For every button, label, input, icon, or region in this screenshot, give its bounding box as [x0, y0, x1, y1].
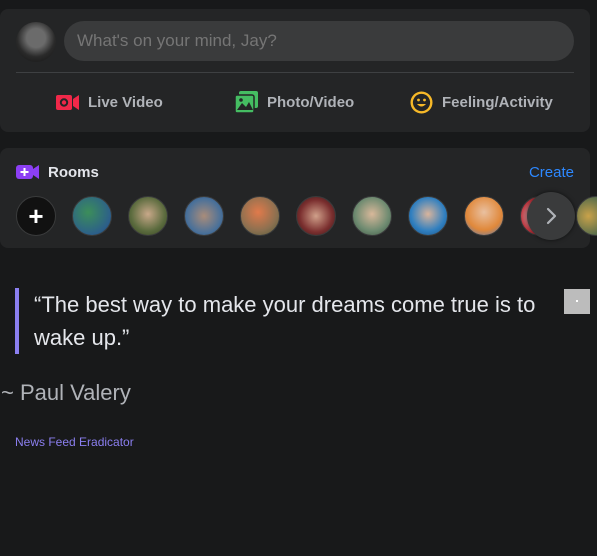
room-avatar[interactable] — [184, 196, 224, 236]
room-avatar[interactable] — [576, 196, 597, 236]
quote-text: “The best way to make your dreams come t… — [15, 288, 555, 354]
photo-video-label: Photo/Video — [267, 93, 355, 111]
create-room-button[interactable]: + — [16, 196, 56, 236]
live-video-button[interactable]: Live Video — [55, 87, 163, 117]
room-avatar[interactable] — [464, 196, 504, 236]
rooms-section: Rooms Create + — [0, 148, 597, 248]
post-composer: Live Video Photo/Video Feeling/Activity — [0, 9, 590, 132]
status-input[interactable] — [64, 21, 574, 61]
news-feed-eradicator-link[interactable]: News Feed Eradicator — [15, 435, 134, 449]
settings-toggle[interactable] — [564, 289, 590, 314]
rooms-header: Rooms — [16, 163, 99, 181]
live-video-icon — [55, 90, 80, 115]
rooms-next-button[interactable] — [527, 192, 575, 240]
room-avatar[interactable] — [72, 196, 112, 236]
settings-dot — [576, 300, 578, 302]
quote-author: ~ Paul Valery — [1, 380, 131, 405]
smiley-icon — [409, 90, 434, 115]
room-avatar[interactable] — [296, 196, 336, 236]
photo-video-button[interactable]: Photo/Video — [234, 87, 354, 117]
rooms-title: Rooms — [48, 163, 99, 181]
feeling-activity-button[interactable]: Feeling/Activity — [409, 87, 553, 117]
photo-icon — [234, 90, 259, 115]
room-avatar[interactable] — [128, 196, 168, 236]
user-avatar[interactable] — [16, 22, 56, 62]
live-video-label: Live Video — [88, 93, 163, 111]
chevron-right-icon — [546, 207, 557, 225]
feeling-activity-label: Feeling/Activity — [442, 93, 553, 111]
composer-divider — [16, 72, 574, 73]
room-avatar[interactable] — [240, 196, 280, 236]
rooms-video-icon — [16, 163, 40, 181]
room-avatar[interactable] — [408, 196, 448, 236]
create-room-link[interactable]: Create — [529, 164, 574, 181]
room-avatar[interactable] — [352, 196, 392, 236]
